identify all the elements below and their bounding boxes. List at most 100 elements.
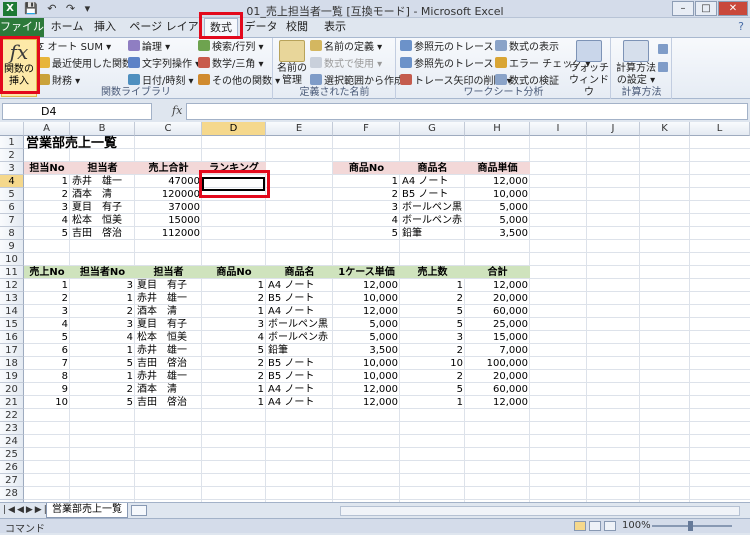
normal-view-icon[interactable] (574, 521, 586, 531)
use-in-formula-button[interactable]: 数式で使用 ▾ (310, 57, 382, 73)
row-header-17[interactable]: 17 (0, 344, 24, 357)
row-header-18[interactable]: 18 (0, 357, 24, 370)
col-header-G[interactable]: G (400, 122, 465, 136)
calc-now-icon[interactable] (658, 44, 668, 54)
sales-product-no[interactable]: 2 (202, 370, 266, 383)
sales-no[interactable]: 3 (24, 305, 70, 318)
recent-functions-button[interactable]: 最近使用した関数 ▾ (38, 57, 140, 73)
sales-product[interactable]: B5 ノート (266, 370, 333, 383)
sales-staff[interactable]: 赤井 雄一 (135, 370, 202, 383)
sales-staff-no[interactable]: 4 (70, 331, 135, 344)
calc-options-button[interactable]: 計算方法 の設定 ▾ (614, 40, 658, 87)
row-header-14[interactable]: 14 (0, 305, 24, 318)
trace-precedents-button[interactable]: 参照元のトレース (400, 40, 494, 56)
sales-staff[interactable]: 赤井 雄一 (135, 292, 202, 305)
calc-sheet-icon[interactable] (658, 62, 668, 72)
row-header-27[interactable]: 27 (0, 474, 24, 487)
help-icon[interactable]: ? (738, 20, 744, 33)
staff-no[interactable]: 2 (24, 188, 70, 201)
product-name[interactable]: A4 ノート (400, 175, 465, 188)
sales-no[interactable]: 6 (24, 344, 70, 357)
page-break-view-icon[interactable] (604, 521, 616, 531)
sales-product[interactable]: ボールペン赤 (266, 331, 333, 344)
staff-total[interactable]: 112000 (135, 227, 202, 240)
col-header-F[interactable]: F (333, 122, 400, 136)
sales-unit-price[interactable]: 12,000 (333, 383, 400, 396)
sales-product[interactable]: ボールペン黒 (266, 318, 333, 331)
fx-icon[interactable]: fx (172, 104, 182, 117)
tab-file[interactable]: ファイル (0, 18, 44, 37)
sales-unit-price[interactable]: 12,000 (333, 396, 400, 409)
sales-qty[interactable]: 2 (400, 370, 465, 383)
sales-product-no[interactable]: 5 (202, 344, 266, 357)
product-header-0[interactable]: 商品No (333, 162, 400, 175)
sales-qty[interactable]: 1 (400, 279, 465, 292)
active-cell-D4[interactable] (202, 177, 265, 191)
product-header-2[interactable]: 商品単価 (465, 162, 530, 175)
page-layout-view-icon[interactable] (589, 521, 601, 531)
sales-unit-price[interactable]: 10,000 (333, 370, 400, 383)
staff-total[interactable]: 120000 (135, 188, 202, 201)
sales-staff[interactable]: 酒本 清 (135, 383, 202, 396)
sales-header-5[interactable]: 1ケース単価 (333, 266, 400, 279)
autosum-button[interactable]: Σ オート SUM ▾ (38, 40, 111, 56)
worksheet-grid[interactable]: ABCDEFGHIJKL 1 2 3 4 5 6 7 8 9 10 11 12 13 14 15 16 17 18… (0, 122, 750, 502)
sales-total[interactable]: 20,000 (465, 292, 530, 305)
select-all-corner[interactable] (0, 122, 24, 136)
sales-staff[interactable]: 夏目 有子 (135, 318, 202, 331)
tab-view[interactable]: 表示 (318, 18, 352, 37)
sales-no[interactable]: 8 (24, 370, 70, 383)
row-header-21[interactable]: 21 (0, 396, 24, 409)
sales-no[interactable]: 5 (24, 331, 70, 344)
row-header-11[interactable]: 11 (0, 266, 24, 279)
staff-name[interactable]: 夏目 有子 (70, 201, 135, 214)
sales-staff-no[interactable]: 5 (70, 396, 135, 409)
sales-qty[interactable]: 2 (400, 292, 465, 305)
sales-staff[interactable]: 夏目 有子 (135, 279, 202, 292)
sales-product-no[interactable]: 2 (202, 357, 266, 370)
row-header-16[interactable]: 16 (0, 331, 24, 344)
row-header-2[interactable]: 2 (0, 149, 24, 162)
staff-header-2[interactable]: 売上合計 (135, 162, 202, 175)
product-no[interactable]: 3 (333, 201, 400, 214)
product-price[interactable]: 5,000 (465, 214, 530, 227)
sales-staff-no[interactable]: 1 (70, 292, 135, 305)
sheet-nav-arrows[interactable]: |◀◀▶▶| (3, 505, 49, 515)
sales-product[interactable]: 鉛筆 (266, 344, 333, 357)
row-header-26[interactable]: 26 (0, 461, 24, 474)
sales-total[interactable]: 100,000 (465, 357, 530, 370)
staff-no[interactable]: 4 (24, 214, 70, 227)
tab-insert[interactable]: 挿入 (88, 18, 122, 37)
sales-staff-no[interactable]: 2 (70, 383, 135, 396)
row-header-1[interactable]: 1 (0, 136, 24, 149)
sales-total[interactable]: 12,000 (465, 279, 530, 292)
sales-header-1[interactable]: 担当者No (70, 266, 135, 279)
sales-qty[interactable]: 5 (400, 318, 465, 331)
name-box[interactable]: D4 (2, 103, 152, 120)
tab-page-layout[interactable]: ページ レイアウト (125, 18, 203, 51)
sales-no[interactable]: 9 (24, 383, 70, 396)
product-name[interactable]: B5 ノート (400, 188, 465, 201)
staff-total[interactable]: 47000 (135, 175, 202, 188)
sales-total[interactable]: 25,000 (465, 318, 530, 331)
product-name[interactable]: ボールペン赤 (400, 214, 465, 227)
sales-qty[interactable]: 3 (400, 331, 465, 344)
staff-name[interactable]: 吉田 啓治 (70, 227, 135, 240)
trace-dependents-button[interactable]: 参照先のトレース (400, 57, 494, 73)
sales-no[interactable]: 4 (24, 318, 70, 331)
sales-unit-price[interactable]: 10,000 (333, 357, 400, 370)
sales-staff[interactable]: 赤井 雄一 (135, 344, 202, 357)
staff-total[interactable]: 37000 (135, 201, 202, 214)
col-header-A[interactable]: A (24, 122, 70, 136)
formula-input[interactable] (186, 103, 748, 120)
sales-qty[interactable]: 5 (400, 383, 465, 396)
col-header-E[interactable]: E (266, 122, 333, 136)
sales-staff-no[interactable]: 3 (70, 318, 135, 331)
staff-header-0[interactable]: 担当No (24, 162, 70, 175)
row-header-23[interactable]: 23 (0, 422, 24, 435)
sales-header-4[interactable]: 商品名 (266, 266, 333, 279)
staff-name[interactable]: 赤井 雄一 (70, 175, 135, 188)
staff-no[interactable]: 3 (24, 201, 70, 214)
row-header-7[interactable]: 7 (0, 214, 24, 227)
sales-product-no[interactable]: 1 (202, 279, 266, 292)
